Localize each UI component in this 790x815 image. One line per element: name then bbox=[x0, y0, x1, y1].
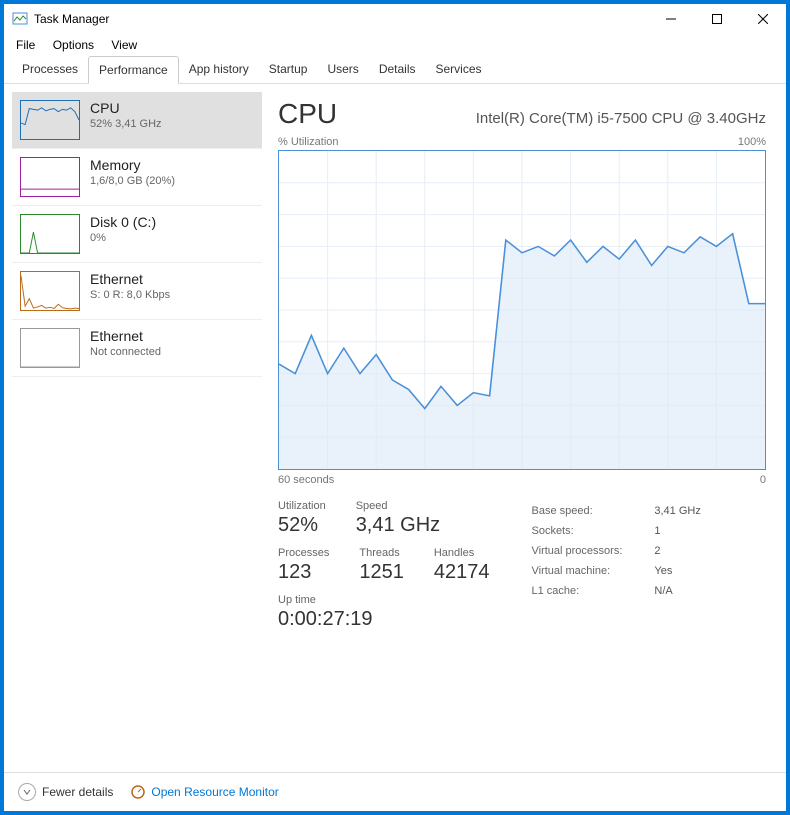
window-title: Task Manager bbox=[34, 12, 648, 26]
processes-value: 123 bbox=[278, 561, 329, 584]
cpu-model: Intel(R) Core(TM) i5-7500 CPU @ 3.40GHz bbox=[476, 110, 766, 127]
tab-services[interactable]: Services bbox=[426, 56, 492, 83]
tab-users[interactable]: Users bbox=[317, 56, 368, 83]
tab-app-history[interactable]: App history bbox=[179, 56, 259, 83]
chart-label-bottomright: 0 bbox=[760, 474, 766, 486]
uptime-label: Up time bbox=[278, 594, 489, 606]
sidebar-thumb bbox=[20, 100, 80, 140]
sidebar-item-title: Memory bbox=[90, 157, 175, 173]
l1-label: L1 cache: bbox=[531, 582, 652, 600]
sidebar: CPU 52% 3,41 GHz Memory 1,6/8,0 GB (20%) Dis… bbox=[4, 84, 262, 772]
chart-label-topright: 100% bbox=[738, 136, 766, 148]
tab-details[interactable]: Details bbox=[369, 56, 426, 83]
sidebar-item-memory[interactable]: Memory 1,6/8,0 GB (20%) bbox=[12, 149, 262, 206]
sidebar-item-title: Disk 0 (C:) bbox=[90, 214, 156, 230]
sidebar-item-cpu[interactable]: CPU 52% 3,41 GHz bbox=[12, 92, 262, 149]
sidebar-item-sub: 52% 3,41 GHz bbox=[90, 118, 162, 130]
sidebar-thumb bbox=[20, 157, 80, 197]
sidebar-thumb bbox=[20, 271, 80, 311]
panel-title: CPU bbox=[278, 98, 337, 130]
fewer-details-label: Fewer details bbox=[42, 785, 113, 799]
base-speed-label: Base speed: bbox=[531, 502, 652, 520]
chart-label-topleft: % Utilization bbox=[278, 136, 339, 148]
utilization-value: 52% bbox=[278, 514, 326, 537]
sidebar-thumb bbox=[20, 214, 80, 254]
menu-options[interactable]: Options bbox=[53, 38, 94, 52]
vm-value: Yes bbox=[654, 562, 700, 580]
sidebar-item-title: Ethernet bbox=[90, 271, 170, 287]
minimize-button[interactable] bbox=[648, 4, 694, 34]
speed-label: Speed bbox=[356, 500, 440, 512]
vm-label: Virtual machine: bbox=[531, 562, 652, 580]
open-resource-monitor-link[interactable]: Open Resource Monitor bbox=[131, 785, 278, 799]
sidebar-item-disk-0-c-[interactable]: Disk 0 (C:) 0% bbox=[12, 206, 262, 263]
base-speed-value: 3,41 GHz bbox=[654, 502, 700, 520]
close-button[interactable] bbox=[740, 4, 786, 34]
l1-value: N/A bbox=[654, 582, 700, 600]
menubar: File Options View bbox=[4, 34, 786, 56]
tabbar: ProcessesPerformanceApp historyStartupUs… bbox=[4, 56, 786, 84]
uptime-value: 0:00:27:19 bbox=[278, 608, 489, 631]
sidebar-thumb bbox=[20, 328, 80, 368]
sidebar-item-sub: 1,6/8,0 GB (20%) bbox=[90, 175, 175, 187]
sidebar-item-title: CPU bbox=[90, 100, 162, 116]
tab-processes[interactable]: Processes bbox=[12, 56, 88, 83]
sidebar-item-sub: S: 0 R: 8,0 Kbps bbox=[90, 289, 170, 301]
sidebar-item-ethernet[interactable]: Ethernet Not connected bbox=[12, 320, 262, 377]
sidebar-item-sub: Not connected bbox=[90, 346, 161, 358]
handles-label: Handles bbox=[434, 547, 490, 559]
task-manager-icon bbox=[12, 11, 28, 27]
resource-monitor-icon bbox=[131, 785, 145, 799]
cpu-utilization-chart bbox=[278, 150, 766, 470]
sidebar-item-sub: 0% bbox=[90, 232, 156, 244]
resource-monitor-label: Open Resource Monitor bbox=[151, 785, 278, 799]
main-panel: CPU Intel(R) Core(TM) i5-7500 CPU @ 3.40… bbox=[262, 84, 786, 772]
menu-file[interactable]: File bbox=[16, 38, 35, 52]
footer: Fewer details Open Resource Monitor bbox=[4, 772, 786, 811]
menu-view[interactable]: View bbox=[111, 38, 137, 52]
tab-performance[interactable]: Performance bbox=[88, 56, 179, 84]
chevron-down-icon bbox=[18, 783, 36, 801]
vproc-label: Virtual processors: bbox=[531, 542, 652, 560]
fewer-details-button[interactable]: Fewer details bbox=[18, 783, 113, 801]
processes-label: Processes bbox=[278, 547, 329, 559]
sockets-label: Sockets: bbox=[531, 522, 652, 540]
handles-value: 42174 bbox=[434, 561, 490, 584]
speed-value: 3,41 GHz bbox=[356, 514, 440, 537]
titlebar: Task Manager bbox=[4, 4, 786, 34]
vproc-value: 2 bbox=[654, 542, 700, 560]
sidebar-item-ethernet[interactable]: Ethernet S: 0 R: 8,0 Kbps bbox=[12, 263, 262, 320]
threads-label: Threads bbox=[359, 547, 404, 559]
sockets-value: 1 bbox=[654, 522, 700, 540]
tab-startup[interactable]: Startup bbox=[259, 56, 318, 83]
chart-label-bottomleft: 60 seconds bbox=[278, 474, 334, 486]
utilization-label: Utilization bbox=[278, 500, 326, 512]
sidebar-item-title: Ethernet bbox=[90, 328, 161, 344]
cpu-info-table: Base speed:3,41 GHz Sockets:1 Virtual pr… bbox=[529, 500, 702, 602]
maximize-button[interactable] bbox=[694, 4, 740, 34]
threads-value: 1251 bbox=[359, 561, 404, 584]
